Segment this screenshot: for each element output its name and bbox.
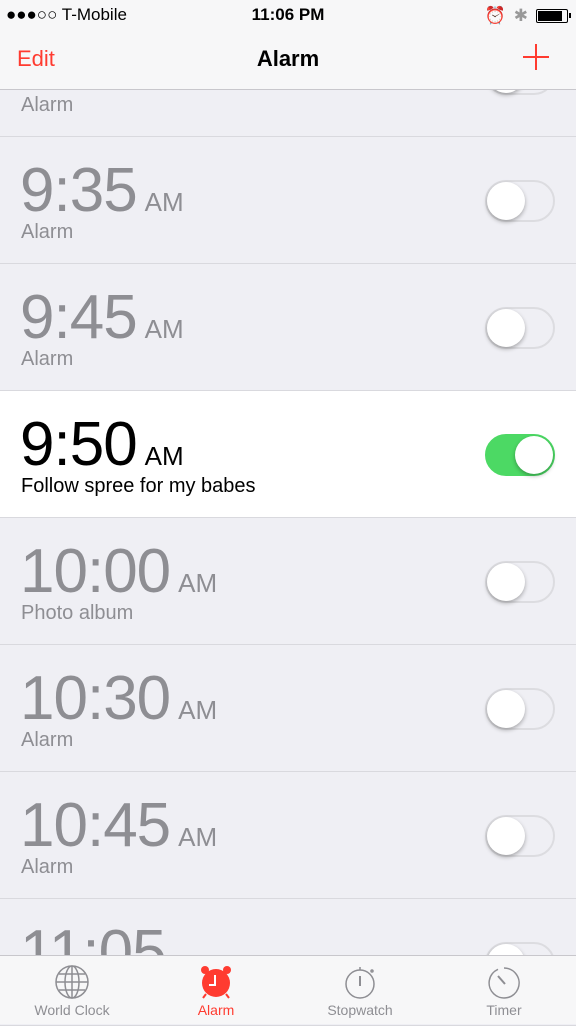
tab-alarm[interactable]: Alarm — [144, 956, 288, 1024]
alarm-time: 10:30 AM — [20, 663, 217, 734]
toggle-knob — [487, 690, 525, 728]
alarm-toggle[interactable] — [485, 434, 555, 476]
alarm-time-value: 10:30 — [20, 664, 171, 733]
alarm-row[interactable]: 9:35 AM Alarm — [0, 137, 576, 264]
alarm-row[interactable]: 10:30 AM Alarm — [0, 645, 576, 772]
alarm-list: 9:30AM Alarm 9:35AM Alarm 9:45AM Alarm 9… — [0, 10, 576, 1026]
alarm-toggle[interactable] — [485, 180, 555, 222]
alarm-row[interactable]: 10:45 AM Alarm — [0, 772, 576, 899]
alarm-time: 9:50 AM — [20, 409, 184, 480]
bluetooth-icon: ✱ — [513, 6, 528, 25]
globe-icon — [55, 965, 89, 999]
tab-label: Alarm — [197, 1002, 235, 1018]
alarm-label: Alarm — [21, 856, 74, 878]
toggle-knob — [515, 436, 553, 474]
timer-icon — [488, 967, 520, 999]
alarm-toggle[interactable] — [485, 815, 555, 857]
alarm-toggle[interactable] — [485, 561, 555, 603]
alarm-label: Alarm — [21, 94, 74, 116]
battery-icon — [536, 9, 571, 23]
tab-timer[interactable]: Timer — [432, 956, 576, 1024]
alarm-time-value: 9:45 — [20, 283, 138, 352]
tab-bar: World Clock Alarm Stopwatch Timer — [0, 955, 576, 1024]
stopwatch-icon — [345, 967, 375, 999]
toggle-knob — [487, 182, 525, 220]
alarm-label: Alarm — [21, 221, 74, 243]
alarm-ampm: AM — [144, 314, 184, 344]
alarm-time-value: 9:35 — [20, 156, 138, 225]
alarm-label: Alarm — [21, 348, 74, 370]
tab-label: Stopwatch — [327, 1002, 393, 1018]
alarm-row[interactable]: 9:45 AM Alarm — [0, 264, 576, 391]
alarm-toggle[interactable] — [485, 688, 555, 730]
alarm-time: 10:00 AM — [20, 536, 217, 607]
tab-label: Timer — [486, 1002, 522, 1018]
page-title: Alarm — [256, 46, 320, 71]
alarm-time-value: 9:50 — [20, 410, 138, 479]
alarm-toggle[interactable] — [485, 307, 555, 349]
add-alarm-button[interactable] — [523, 44, 549, 70]
tab-stopwatch[interactable]: Stopwatch — [288, 956, 432, 1024]
alarm-time-value: 10:00 — [20, 537, 171, 606]
alarm-row[interactable]: 9:50 AM Follow spree for my babes — [0, 391, 576, 518]
alarm-label: Follow spree for my babes — [21, 475, 256, 497]
alarm-time-value: 10:45 — [20, 791, 171, 860]
alarm-ampm: AM — [144, 187, 184, 217]
alarm-status-icon: ⏰ — [484, 6, 506, 25]
alarm-row[interactable]: 10:00 AM Photo album — [0, 518, 576, 645]
tab-world-clock[interactable]: World Clock — [0, 956, 144, 1024]
toggle-knob — [487, 309, 525, 347]
tab-label: World Clock — [34, 1002, 110, 1018]
alarm-time: 9:45 AM — [20, 282, 184, 353]
alarm-time: 9:35 AM — [20, 155, 184, 226]
status-bar: ●●●○○ T-Mobile 11:06 PM ⏰ ✱ — [0, 0, 576, 30]
alarm-ampm: AM — [178, 822, 218, 852]
alarm-ampm: AM — [144, 441, 184, 471]
alarm-label: Photo album — [21, 602, 134, 624]
toggle-knob — [487, 817, 525, 855]
alarm-clock-icon — [201, 966, 231, 999]
alarm-time: 10:45 AM — [20, 790, 217, 861]
nav-bar: Edit Alarm — [0, 30, 576, 90]
alarm-ampm: AM — [178, 568, 218, 598]
alarm-label: Alarm — [21, 729, 74, 751]
alarm-ampm: AM — [178, 695, 218, 725]
toggle-knob — [487, 563, 525, 601]
